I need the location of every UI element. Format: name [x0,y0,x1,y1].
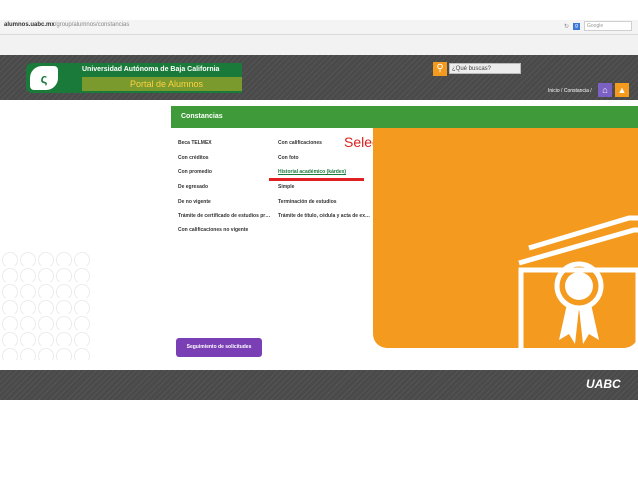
search-icon[interactable]: ⚲ [433,62,447,76]
site-search-input[interactable]: ¿Qué buscas? [449,63,521,74]
tracking-button[interactable]: Seguimiento de solicitudes [176,338,262,357]
link-con-promedio[interactable]: Con promedio [178,169,212,175]
link-simple[interactable]: Simple [278,184,294,190]
url-field[interactable]: alumnos.uabc.mx/group/alumnos/constancia… [4,22,129,28]
browser-address-bar[interactable]: alumnos.uabc.mx/group/alumnos/constancia… [0,20,638,35]
reload-icon[interactable]: ↻ [564,23,569,30]
annotation-underline [269,178,364,181]
certificate-icon [518,215,638,348]
uabc-footer-logo: UABC [586,377,621,391]
link-historial-academico[interactable]: Historial académico (kárdex) [278,169,346,175]
link-con-foto[interactable]: Con foto [278,155,299,161]
link-tramite-certificado[interactable]: Trámite de certificado de estudios pr… [178,213,270,219]
search-engine-icon[interactable]: g [573,22,580,30]
section-title: Constancias [181,113,223,120]
link-beca-telmex[interactable]: Beca TELMEX [178,140,212,146]
browser-toolbar-area [0,35,638,55]
link-de-egresado[interactable]: De egresado [178,184,208,190]
university-banner[interactable]: ς Universidad Autónoma de Baja Californi… [26,63,242,93]
link-con-calificaciones-no-vigente[interactable]: Con calificaciones no vigente [178,227,248,233]
home-icon[interactable]: ⌂ [598,83,612,97]
main-content: Constancias Beca TELMEX Con créditos Con… [0,100,638,370]
certificate-banner [373,128,638,348]
university-name: Universidad Autónoma de Baja California [82,66,220,73]
uabc-logo-icon: ς [30,66,58,90]
link-con-calificaciones[interactable]: Con calificaciones [278,140,322,146]
hexagon-pattern-decoration [0,250,90,360]
link-terminacion-estudios[interactable]: Terminación de estudios [278,199,337,205]
section-header [171,106,638,128]
link-de-no-vigente[interactable]: De no vigente [178,199,211,205]
url-domain: alumnos.uabc.mx [4,22,55,28]
arrow-up-icon[interactable]: ▲ [615,83,629,97]
browser-search-box[interactable]: Google [584,21,632,31]
link-con-creditos[interactable]: Con créditos [178,155,209,161]
site-header: ς Universidad Autónoma de Baja Californi… [0,55,638,100]
link-tramite-titulo[interactable]: Trámite de título, cédula y acta de ex… [278,213,370,219]
breadcrumb[interactable]: Inicio / Constancia / [548,88,592,94]
site-footer: UABC [0,370,638,400]
url-path: /group/alumnos/constancias [54,22,130,28]
browser-controls: ↻ g Google [564,21,632,31]
portal-name: Portal de Alumnos [130,79,204,89]
